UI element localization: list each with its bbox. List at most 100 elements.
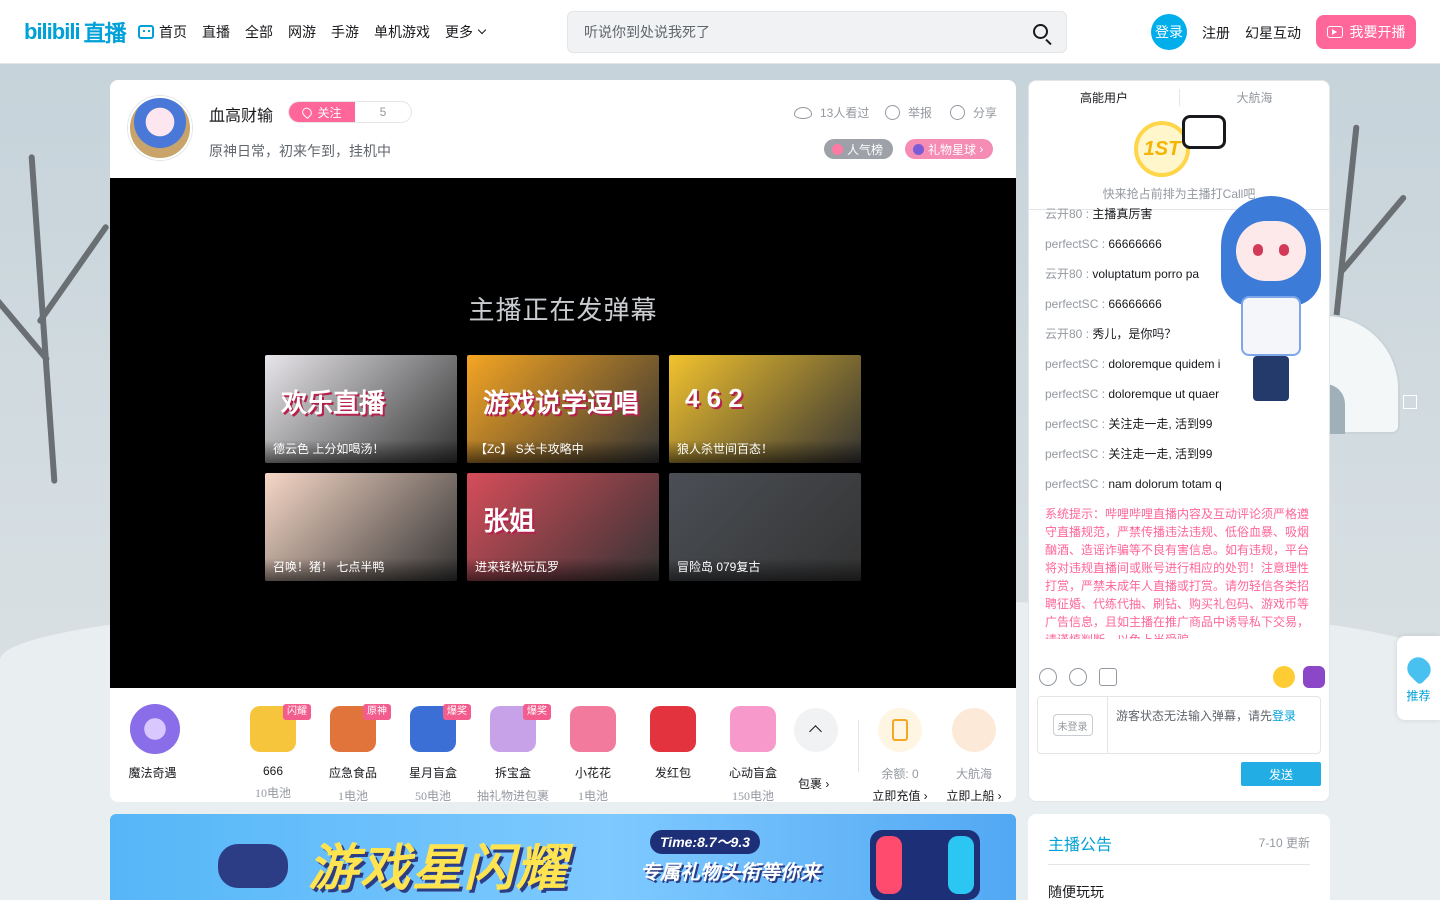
gift-icon <box>650 706 696 752</box>
gift-planet-button[interactable]: 礼物星球 › <box>905 139 994 159</box>
gift-name: 星月盲盒 <box>408 766 457 780</box>
recharge-button[interactable]: 立即充值 › <box>865 787 935 802</box>
video-player[interactable]: 主播正在发弹幕 欢乐直播 德云色 上分如喝汤！ 游戏说学逗唱 【Zc】 S关卡攻略中 4… <box>110 178 1016 688</box>
danmaku-text: 主播真厉害 <box>1092 207 1153 221</box>
bag-label: 包裹 <box>798 777 823 791</box>
battery-icon <box>878 708 922 752</box>
danmaku-input[interactable]: 未登录 游客状态无法输入弹幕，请先登录 <box>1037 696 1321 754</box>
message-icon[interactable] <box>1099 668 1117 686</box>
recommend-float-button[interactable]: 推荐 <box>1397 636 1440 720</box>
gift-item[interactable]: 发红包 <box>633 702 713 787</box>
danmaku-user[interactable]: perfectSC <box>1045 357 1098 371</box>
nav-mobile-games[interactable]: 手游 <box>331 22 359 42</box>
danmaku-style-icon[interactable] <box>1303 666 1325 688</box>
danmaku-text: doloremque quidem i <box>1108 357 1221 371</box>
report-button[interactable]: 举报 <box>885 104 932 121</box>
banner-time: Time:8.7～9.3 <box>650 830 761 854</box>
gift-bar: 魔法奇遇 闪耀 666 10电池 原神 应急食品 1电池 爆奖 星月盲盒 50电池 爆奖 拆宝盒 抽礼… <box>110 688 1016 802</box>
login-button[interactable]: 登录 <box>1151 14 1187 50</box>
nav-single-games[interactable]: 单机游戏 <box>374 22 430 42</box>
start-live-button[interactable]: 我要开播 <box>1316 15 1416 49</box>
heart-icon <box>300 105 315 119</box>
tab-high-energy-users[interactable]: 高能用户 <box>1029 89 1179 106</box>
magic-icon[interactable] <box>1069 668 1087 686</box>
gift-item[interactable]: 爆奖 拆宝盒 抽礼物进包裹 <box>473 702 553 802</box>
gift-item[interactable]: 心动盲盒 150电池 <box>713 702 793 802</box>
recommended-room-card[interactable]: 召唤！猪！ 七点半鸭 <box>265 473 457 581</box>
danmaku-text: 66666666 <box>1108 297 1162 311</box>
gift-item[interactable]: 爆奖 星月盲盒 50电池 <box>393 702 473 802</box>
report-label: 举报 <box>908 106 933 120</box>
bag-button[interactable]: 包裹 › <box>798 775 829 792</box>
danmaku-user[interactable]: 云开80 <box>1045 207 1082 221</box>
magic-encounter-button[interactable]: 魔法奇遇 <box>128 704 180 781</box>
recommended-room-card[interactable]: 张姐 进来轻松玩瓦罗 <box>467 473 659 581</box>
viewer-count: 13人看过 <box>794 104 869 121</box>
recharge-label: 立即充值 <box>872 789 921 802</box>
logo-text: bilibili <box>24 19 81 44</box>
recommend-label: 推荐 <box>1406 689 1431 703</box>
search-icon[interactable] <box>1033 24 1048 39</box>
danmaku-user[interactable]: 云开80 <box>1045 327 1082 341</box>
room-caption: 召唤！猪！ 七点半鸭 <box>265 558 457 581</box>
danmaku-text: 秀儿，是你吗？ <box>1092 327 1177 341</box>
room-cover-art-text: 欢乐直播 <box>281 388 386 418</box>
popularity-rank-button[interactable]: 人气榜 <box>824 139 894 159</box>
gift-planet-label: 礼物星球 <box>928 142 977 157</box>
recommended-room-card[interactable]: 欢乐直播 德云色 上分如喝汤！ <box>265 355 457 463</box>
event-banner[interactable]: 游戏星闪耀 Time:8.7～9.3 专属礼物头衔等你来 <box>110 814 1016 900</box>
recommended-room-card[interactable]: 游戏说学逗唱 【Zc】 S关卡攻略中 <box>467 355 659 463</box>
nav-online-games[interactable]: 网游 <box>288 22 316 42</box>
share-button[interactable]: 分享 <box>950 104 997 121</box>
send-button[interactable]: 发送 <box>1241 762 1321 786</box>
palette-icon[interactable] <box>1039 668 1057 686</box>
banner-title: 游戏星闪耀 <box>308 840 568 896</box>
recommended-room-card[interactable]: 4 6 2 狼人杀世间百态！ <box>669 355 861 463</box>
input-login-link[interactable]: 登录 <box>1272 709 1296 723</box>
follow-button[interactable]: 关注 <box>289 102 355 122</box>
gift-item[interactable]: 原神 应急食品 1电池 <box>313 702 393 802</box>
viewer-count-label: 13人看过 <box>820 106 870 120</box>
danmaku-user[interactable]: perfectSC <box>1045 297 1098 311</box>
emoji-icon[interactable] <box>1273 666 1295 688</box>
recommended-room-card[interactable]: 冒险岛 079复古 <box>669 473 861 581</box>
register-link[interactable]: 注册 <box>1202 23 1230 43</box>
danmaku-user[interactable]: perfectSC <box>1045 447 1098 461</box>
nav-all[interactable]: 全部 <box>245 22 273 42</box>
room-cover-art-text: 4 6 2 <box>685 383 743 413</box>
danmaku-user[interactable]: perfectSC <box>1045 387 1098 401</box>
gift-item[interactable]: 闪耀 666 10电池 <box>233 702 313 801</box>
danmaku-user[interactable]: 云开80 <box>1045 267 1082 281</box>
not-logged-in-badge: 未登录 <box>1038 697 1108 753</box>
gift-price: 1电池 <box>337 789 368 802</box>
danmaku-text: nam dolorum totam q <box>1108 477 1222 491</box>
nav-live[interactable]: 直播 <box>202 22 230 42</box>
search-input[interactable] <box>568 12 1008 52</box>
danmaku-user[interactable]: perfectSC <box>1045 417 1098 431</box>
gift-price: 150电池 <box>731 789 774 802</box>
user-name-link[interactable]: 幻星互动 <box>1245 23 1301 43</box>
tab-guard[interactable]: 大航海 <box>1179 89 1329 106</box>
anchor-name[interactable]: 血高财输 <box>209 102 273 126</box>
start-live-label: 我要开播 <box>1349 24 1406 40</box>
fullscreen-icon[interactable] <box>1403 395 1417 409</box>
magic-encounter-label: 魔法奇遇 <box>128 766 177 780</box>
input-hint: 游客状态无法输入弹幕，请先登录 <box>1116 707 1296 724</box>
danmaku-user[interactable]: perfectSC <box>1045 237 1098 251</box>
guard-label: 大航海 <box>955 767 992 781</box>
anchor-avatar[interactable] <box>128 96 192 160</box>
chat-panel: 高能用户 大航海 1ST 快来抢占前排为主播打Call吧 云开80 : 主播真厉… <box>1028 80 1330 802</box>
share-icon <box>950 105 965 120</box>
bilibili-live-logo[interactable]: bilibili 直播 <box>24 18 127 46</box>
gift-icon <box>570 706 616 752</box>
system-notice: 系统提示：哔哩哔哩直播内容及互动评论须严格遵守直播规范，严禁传播违法违规、低俗血… <box>1045 507 1310 639</box>
chevron-down-icon <box>477 25 487 35</box>
nav-home[interactable]: 首页 <box>138 22 187 42</box>
nav-more[interactable]: 更多 <box>445 22 487 42</box>
gift-name: 发红包 <box>654 766 691 780</box>
board-ship-button[interactable]: 立即上船 › <box>939 787 1009 802</box>
gift-name: 666 <box>262 764 284 778</box>
expand-gifts-button[interactable] <box>794 708 838 752</box>
gift-item[interactable]: 小花花 1电池 <box>553 702 633 802</box>
danmaku-user[interactable]: perfectSC <box>1045 477 1098 491</box>
